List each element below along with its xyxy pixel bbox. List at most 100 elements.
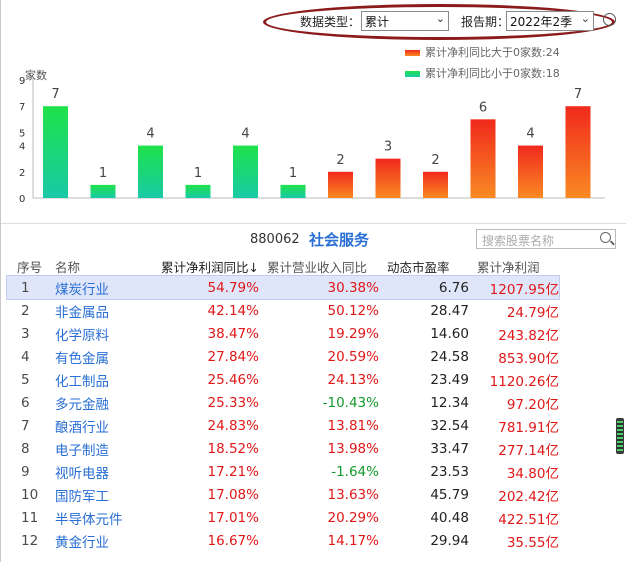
table-row[interactable]: 5 化工制品 25.46% 24.13% 23.49 1120.26亿: [7, 368, 559, 391]
row-pe: 23.53: [430, 463, 469, 480]
row-index: 2: [21, 302, 30, 319]
bar-value-label: 7: [574, 87, 582, 102]
row-net-profit-yoy: 27.84%: [207, 348, 259, 365]
table-row[interactable]: 8 电子制造 18.52% 13.98% 33.47 277.14亿: [7, 437, 559, 460]
bar: [43, 106, 68, 198]
table-header-row: 序号 名称 累计净利润同比↓ 累计营业收入同比 动态市盈率 累计净利润: [7, 256, 559, 276]
row-revenue-yoy: 14.17%: [327, 532, 379, 549]
industry-table: 序号 名称 累计净利润同比↓ 累计营业收入同比 动态市盈率 累计净利润 1 煤炭行…: [6, 256, 560, 552]
y-tick-label: 4: [19, 142, 25, 153]
table-row[interactable]: 12 黄金行业 16.67% 14.17% 29.94 35.55亿: [7, 529, 559, 552]
row-net-profit: 422.51亿: [498, 511, 559, 528]
bar: [138, 145, 163, 198]
bar: [423, 171, 448, 198]
table-row[interactable]: 1 煤炭行业 54.79% 30.38% 6.76 1207.95亿: [6, 275, 560, 300]
table-row[interactable]: 10 国防军工 17.08% 13.63% 45.79 202.42亿: [7, 483, 559, 506]
row-net-profit-yoy: 17.08%: [207, 486, 259, 503]
legend-up: 累计净利同比大于0家数:24: [405, 44, 560, 60]
app-window: 数据类型： 累计 ⌄ 报告期： 2022年2季 ⌄ 家数 0 2 4 5 7 9 7 1 4 1 4 1…: [0, 0, 626, 562]
row-pe: 6.76: [438, 279, 469, 296]
row-revenue-yoy: -1.64%: [331, 463, 379, 480]
bar: [185, 184, 211, 198]
row-index: 7: [21, 417, 30, 434]
table-row[interactable]: 9 视听电器 17.21% -1.64% 23.53 34.80亿: [7, 460, 559, 483]
row-name: 视听电器: [55, 465, 109, 482]
bar-chart: 家数 0 2 4 5 7 9 7 1 4 1 4 1 2 3 2 6 4 7 累计净利同比大于0家数:24 累计净利…: [1, 38, 626, 224]
data-type-label: 数据类型：: [300, 15, 361, 29]
row-index: 11: [21, 509, 39, 526]
table-row[interactable]: 11 半导体元件 17.01% 20.29% 40.48 422.51亿: [7, 506, 559, 529]
data-type-value: 累计: [365, 15, 390, 29]
header-name[interactable]: 名称: [55, 256, 153, 276]
table-row[interactable]: 7 酿酒行业 24.83% 13.81% 32.54 781.91亿: [7, 414, 559, 437]
refresh-icon[interactable]: [603, 13, 616, 26]
row-net-profit: 202.42亿: [498, 488, 559, 505]
row-pe: 28.47: [430, 302, 469, 319]
report-period-value: 2022年2季: [510, 15, 573, 29]
y-tick-label: 0: [19, 194, 25, 205]
row-index: 12: [21, 532, 39, 549]
row-index: 1: [21, 279, 30, 296]
bar: [233, 145, 258, 198]
row-name: 非金属品: [55, 304, 109, 321]
row-net-profit-yoy: 16.67%: [207, 532, 259, 549]
bar-value-label: 4: [241, 127, 249, 142]
bar-value-label: 1: [99, 166, 107, 181]
bar: [518, 145, 543, 198]
report-period-select[interactable]: 2022年2季 ⌄: [506, 11, 594, 31]
row-pe: 14.60: [430, 325, 469, 342]
row-name: 半导体元件: [55, 511, 123, 528]
row-pe: 32.54: [430, 417, 469, 434]
table-row[interactable]: 2 非金属品 42.14% 50.12% 28.47 24.79亿: [7, 299, 559, 322]
row-net-profit: 243.82亿: [498, 327, 559, 344]
sector-name[interactable]: 社会服务: [309, 229, 369, 250]
row-name: 有色金属: [55, 350, 109, 367]
row-name: 国防军工: [55, 488, 109, 505]
search-placeholder: 搜索股票名称: [482, 234, 555, 248]
row-index: 10: [21, 486, 39, 503]
legend-up-label: 累计净利同比大于0家数:24: [425, 46, 560, 59]
bar-value-label: 4: [526, 127, 534, 142]
data-type-select[interactable]: 累计 ⌄: [361, 11, 449, 31]
row-pe: 40.48: [430, 509, 469, 526]
header-no[interactable]: 序号: [7, 256, 55, 276]
bar: [280, 184, 306, 198]
bar: [470, 119, 496, 198]
header-net-profit[interactable]: 累计净利润: [469, 256, 559, 276]
row-net-profit-yoy: 18.52%: [207, 440, 259, 457]
header-net-profit-yoy[interactable]: 累计净利润同比↓: [153, 256, 259, 276]
row-net-profit-yoy: 25.33%: [207, 394, 259, 411]
row-pe: 12.34: [430, 394, 469, 411]
row-net-profit: 781.91亿: [498, 419, 559, 436]
bar-value-label: 6: [479, 100, 487, 115]
row-net-profit: 853.90亿: [498, 350, 559, 367]
row-revenue-yoy: 24.13%: [327, 371, 379, 388]
bar-value-label: 4: [146, 127, 154, 142]
header-pe[interactable]: 动态市盈率: [379, 256, 469, 276]
table-row[interactable]: 3 化学原料 38.47% 19.29% 14.60 243.82亿: [7, 322, 559, 345]
search-icon[interactable]: [600, 232, 611, 243]
bar-value-label: 7: [51, 87, 59, 102]
row-revenue-yoy: 13.98%: [327, 440, 379, 457]
row-net-profit: 1207.95亿: [489, 281, 559, 298]
row-net-profit-yoy: 25.46%: [207, 371, 259, 388]
table-row[interactable]: 4 有色金属 27.84% 20.59% 24.58 853.90亿: [7, 345, 559, 368]
legend-down-label: 累计净利同比小于0家数:18: [425, 67, 560, 80]
header-revenue-yoy[interactable]: 累计营业收入同比: [259, 256, 379, 276]
scrollbar-thumb[interactable]: [616, 418, 624, 454]
row-net-profit: 35.55亿: [506, 534, 559, 551]
bar-value-label: 2: [431, 153, 439, 168]
sector-code: 880062: [250, 232, 300, 247]
bar-value-label: 3: [384, 140, 392, 155]
table-row[interactable]: 6 多元金融 25.33% -10.43% 12.34 97.20亿: [7, 391, 559, 414]
y-axis-label: 家数: [25, 68, 47, 82]
row-net-profit-yoy: 24.83%: [207, 417, 259, 434]
legend-up-swatch: [405, 50, 420, 56]
chevron-down-icon: ⌄: [580, 12, 590, 25]
row-index: 3: [21, 325, 30, 342]
y-tick-label: 7: [19, 102, 25, 113]
row-pe: 29.94: [430, 532, 469, 549]
row-name: 化学原料: [55, 327, 109, 344]
stock-search-input[interactable]: 搜索股票名称: [476, 229, 616, 249]
row-revenue-yoy: 20.29%: [327, 509, 379, 526]
